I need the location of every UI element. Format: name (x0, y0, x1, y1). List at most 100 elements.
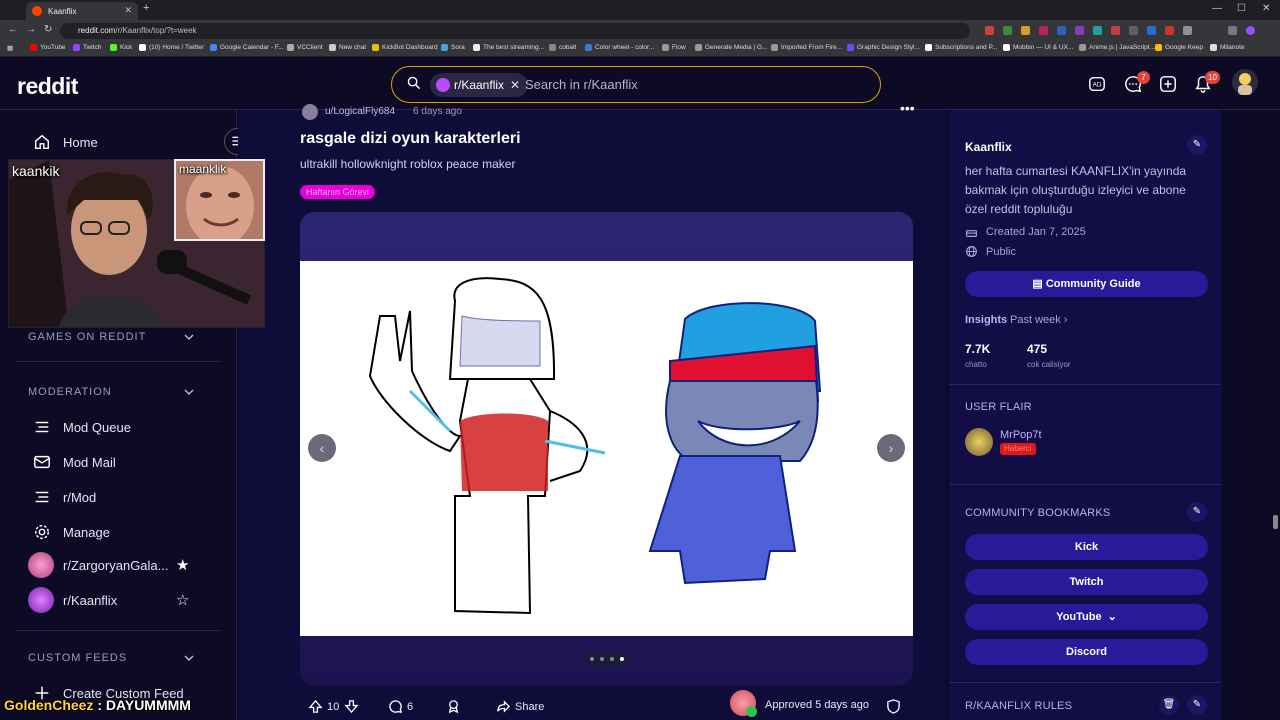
sidebar-item-home[interactable]: Home (33, 133, 98, 151)
community-guide-button[interactable]: ▤ Community Guide (965, 271, 1208, 297)
scrollbar-thumb[interactable] (1273, 515, 1278, 529)
user-avatar[interactable] (1232, 69, 1258, 97)
gallery-dot[interactable] (600, 657, 604, 661)
extension-icon[interactable] (985, 26, 994, 35)
bookmark-item[interactable]: Graphic Design Styl... (847, 44, 920, 51)
sidebar-item-r-mod[interactable]: r/Mod (33, 488, 96, 506)
bookmark-item[interactable]: New chat (329, 44, 366, 51)
sidebar-item-mod-mail[interactable]: Mod Mail (33, 453, 116, 471)
post-flair[interactable]: Haftanın Görevi (300, 185, 376, 199)
create-post-icon[interactable] (1159, 75, 1177, 93)
new-tab-icon[interactable]: + (143, 2, 149, 14)
chevron-down-icon[interactable] (183, 331, 195, 343)
bookmark-item[interactable]: (10) Home / Twitter (139, 44, 204, 51)
bookmark-discord-button[interactable]: Discord (965, 639, 1208, 665)
upvote-button[interactable]: 10 (308, 699, 339, 714)
chevron-down-icon[interactable] (183, 652, 195, 664)
extension-icon[interactable] (1183, 26, 1192, 35)
extension-icon[interactable] (1228, 26, 1237, 35)
minimize-icon[interactable]: — (1212, 3, 1222, 14)
edit-pencil-icon[interactable]: ✎ (1187, 502, 1207, 522)
post-actions: 10 6 Share Approved 5 days ago (300, 690, 913, 720)
bookmark-item[interactable]: Twitch (73, 44, 101, 51)
bookmark-item[interactable]: cobalt (549, 44, 576, 51)
extension-icon[interactable] (1111, 26, 1120, 35)
bookmark-item[interactable]: Anime.js | JavaScript... (1079, 44, 1155, 51)
sidebar-item-manage[interactable]: Manage (33, 523, 110, 541)
profile-avatar[interactable] (1246, 26, 1255, 35)
favorite-star-outline-icon[interactable]: ☆ (176, 591, 189, 609)
bookmark-item[interactable]: Flow (662, 44, 686, 51)
favorite-star-filled-icon[interactable]: ★ (176, 556, 189, 574)
downvote-button[interactable] (344, 699, 363, 714)
reload-icon[interactable]: ↻ (44, 24, 52, 35)
edit-pencil-icon[interactable]: ✎ (1187, 135, 1207, 155)
custom-feeds-section-header[interactable]: CUSTOM FEEDS (28, 652, 127, 664)
advertise-icon[interactable]: AD (1088, 75, 1106, 93)
delete-trash-icon[interactable]: 🗑 (1159, 695, 1179, 715)
gallery-dot[interactable] (590, 657, 594, 661)
gallery-dot-active[interactable] (620, 657, 624, 661)
flair-username[interactable]: MrPop7t (1000, 429, 1042, 441)
gallery-next-button[interactable]: › (877, 434, 905, 462)
bookmark-item[interactable]: Kick (110, 44, 132, 51)
bookmark-item[interactable]: Subscriptions and P... (925, 44, 997, 51)
extension-icon[interactable] (1129, 26, 1138, 35)
games-section-header[interactable]: GAMES ON REDDIT (28, 331, 146, 343)
bookmark-kick-button[interactable]: Kick (965, 534, 1208, 560)
extension-icon[interactable] (1093, 26, 1102, 35)
close-window-icon[interactable]: ✕ (1262, 3, 1270, 14)
back-icon[interactable]: ← (8, 24, 18, 35)
post-title[interactable]: rasgale dizi oyun karakterleri (300, 130, 521, 148)
extension-icon[interactable] (1039, 26, 1048, 35)
extension-icon[interactable] (1057, 26, 1066, 35)
chevron-down-icon[interactable] (183, 386, 195, 398)
url-field[interactable]: reddit.com/r/Kaanflix/top/?t=week (60, 23, 970, 39)
gallery-dot[interactable] (610, 657, 614, 661)
edit-pencil-icon[interactable]: ✎ (1187, 695, 1207, 715)
bookmark-item[interactable]: Mobbin — UI & UX... (1003, 44, 1073, 51)
comments-button[interactable]: 6 (388, 699, 413, 714)
bookmark-youtube-button[interactable]: YouTube ⌄ (965, 604, 1208, 630)
bookmark-item[interactable]: Imported From Fire... (771, 44, 842, 51)
sidebar-item-community[interactable]: r/ZargoryanGala... (28, 552, 169, 578)
browser-tab[interactable]: Kaanflix ✕ (26, 2, 138, 20)
close-tab-icon[interactable]: ✕ (124, 5, 132, 16)
flair-user-avatar[interactable] (965, 428, 993, 456)
bookmark-item[interactable]: Sora (441, 44, 465, 51)
bookmark-item[interactable]: KickBot Dashboard (372, 44, 438, 51)
sidebar-item-community[interactable]: r/Kaanflix (28, 587, 117, 613)
mod-shield-icon[interactable] (886, 699, 901, 714)
reddit-logo[interactable]: reddit (17, 73, 78, 100)
extension-icon[interactable] (1021, 26, 1030, 35)
sidebar-item-mod-queue[interactable]: Mod Queue (33, 418, 131, 436)
forward-icon[interactable]: → (26, 24, 36, 35)
extension-icon[interactable] (1075, 26, 1084, 35)
post-author[interactable]: u/LogicalFly684 (325, 106, 395, 117)
bookmark-item[interactable]: Milanote (1210, 44, 1245, 51)
maximize-icon[interactable]: ☐ (1237, 3, 1246, 14)
bookmark-item[interactable]: VCClient (287, 44, 323, 51)
extension-icon[interactable] (1147, 26, 1156, 35)
extension-icon[interactable] (1003, 26, 1012, 35)
share-button[interactable]: Share (496, 699, 544, 714)
bookmark-item[interactable]: YouTube (30, 44, 66, 51)
insights-range-dropdown[interactable]: Past week › (1010, 314, 1067, 326)
bookmark-item[interactable]: Google Calendar - F... (210, 44, 284, 51)
bookmark-item[interactable]: Google Keep (1155, 44, 1203, 51)
award-button[interactable] (446, 699, 465, 714)
search-bar[interactable]: r/Kaanflix ✕ Search in r/Kaanflix (391, 66, 881, 103)
extension-icon[interactable] (1165, 26, 1174, 35)
bookmark-twitch-button[interactable]: Twitch (965, 569, 1208, 595)
bookmark-item[interactable]: Generate Media | G... (695, 44, 767, 51)
apps-icon[interactable]: ▦ (7, 44, 13, 52)
moderation-section-header[interactable]: MODERATION (28, 386, 112, 398)
clear-chip-icon[interactable]: ✕ (510, 78, 520, 92)
post-overflow-menu-icon[interactable]: ••• (900, 100, 915, 116)
gallery-prev-button[interactable]: ‹ (308, 434, 336, 462)
bookmark-item[interactable]: The best streaming... (473, 44, 544, 51)
bookmark-item[interactable]: Color wheel - color... (585, 44, 654, 51)
subreddit-search-chip[interactable]: r/Kaanflix ✕ (430, 73, 529, 97)
post-gallery[interactable]: ‹ › (300, 212, 913, 685)
author-avatar[interactable] (300, 104, 320, 120)
